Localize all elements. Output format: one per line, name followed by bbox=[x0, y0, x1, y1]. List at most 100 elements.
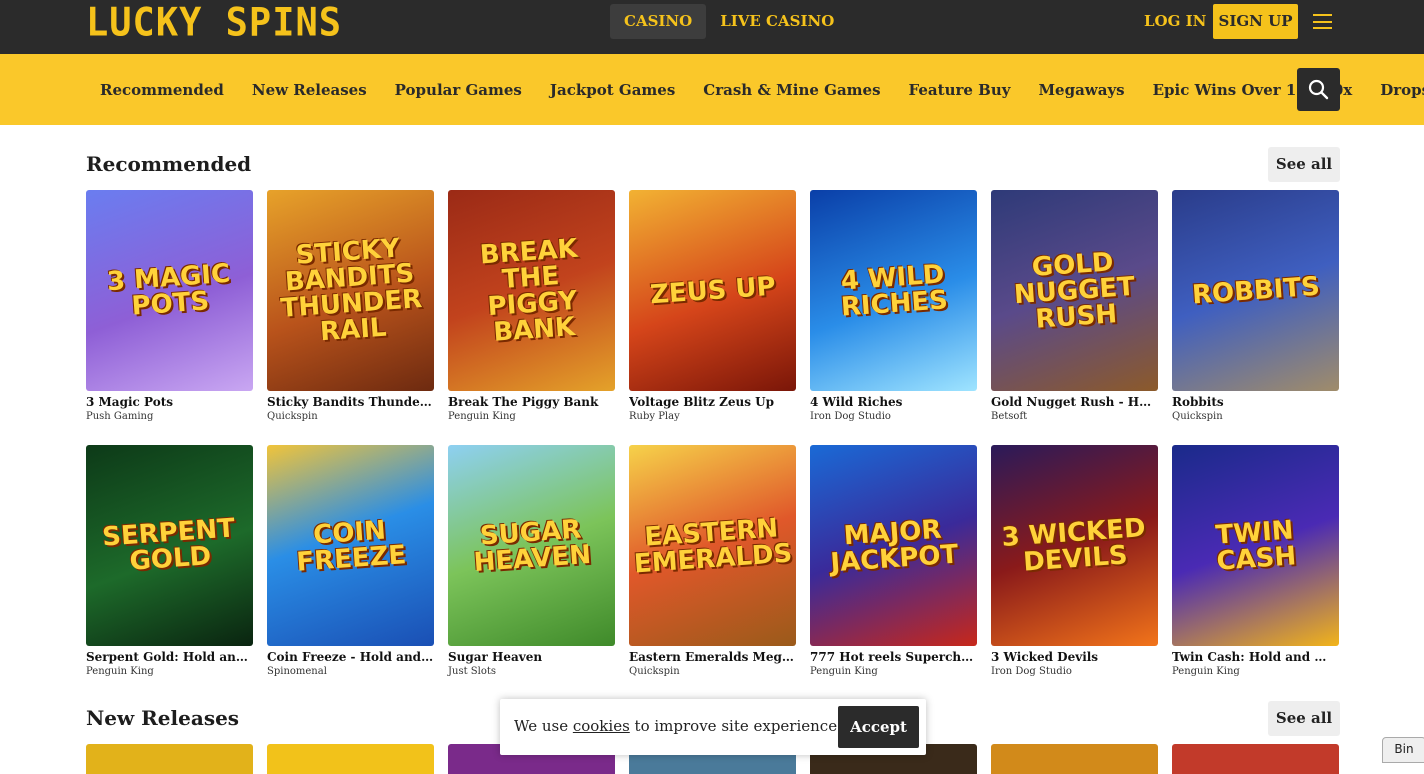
game-thumbnail[interactable]: EASTERN EMERALDS bbox=[629, 445, 796, 646]
new-release-thumbnail[interactable] bbox=[1172, 744, 1339, 774]
game-thumbnail[interactable]: SERPENT GOLD bbox=[86, 445, 253, 646]
game-thumbnail[interactable]: SUGAR HEAVEN bbox=[448, 445, 615, 646]
game-provider: Just Slots bbox=[448, 666, 496, 677]
category-new-releases[interactable]: New Releases bbox=[238, 81, 381, 99]
recommended-grid: 3 MAGIC POTS 3 Magic Pots Push Gaming STICK… bbox=[86, 190, 1339, 422]
game-provider: Quickspin bbox=[267, 411, 318, 422]
bin-tab[interactable]: Bin bbox=[1382, 737, 1424, 763]
game-name[interactable]: 3 Magic Pots bbox=[86, 395, 253, 409]
game-provider: Quickspin bbox=[1172, 411, 1223, 422]
hamburger-icon[interactable] bbox=[1313, 14, 1332, 29]
game-name[interactable]: Coin Freeze - Hold and Hit 3x3 bbox=[267, 650, 434, 664]
game-card[interactable]: SUGAR HEAVEN Sugar Heaven Just Slots bbox=[448, 445, 615, 677]
new-release-thumbnail[interactable] bbox=[991, 744, 1158, 774]
game-card[interactable]: TWIN CASH Twin Cash: Hold and Win Penguin … bbox=[1172, 445, 1339, 677]
tab-live-casino[interactable]: LIVE CASINO bbox=[706, 4, 848, 39]
game-name[interactable]: Gold Nugget Rush - Hold and Win bbox=[991, 395, 1158, 409]
game-name[interactable]: Eastern Emeralds Megaways bbox=[629, 650, 796, 664]
game-logo-art: COIN FREEZE bbox=[295, 515, 408, 578]
game-name[interactable]: Sugar Heaven bbox=[448, 650, 615, 664]
game-thumbnail[interactable]: STICKY BANDITS THUNDER RAIL bbox=[267, 190, 434, 391]
game-thumbnail[interactable]: 4 WILD RICHES bbox=[810, 190, 977, 391]
game-logo-art: 3 WICKED DEVILS bbox=[1000, 512, 1147, 578]
game-name[interactable]: Twin Cash: Hold and Win bbox=[1172, 650, 1339, 664]
game-name[interactable]: Voltage Blitz Zeus Up bbox=[629, 395, 796, 409]
see-all-new-releases-button[interactable]: See all bbox=[1268, 701, 1340, 736]
game-provider: Push Gaming bbox=[86, 411, 154, 422]
game-logo-art: BREAK THE PIGGY BANK bbox=[478, 233, 579, 348]
category-bar: Recommended New Releases Popular Games Jack… bbox=[0, 54, 1424, 125]
game-logo-art: 3 MAGIC POTS bbox=[106, 258, 232, 322]
game-thumbnail[interactable]: ZEUS UP bbox=[629, 190, 796, 391]
game-card[interactable]: ROBBITS Robbits Quickspin bbox=[1172, 190, 1339, 422]
section-title-new-releases: New Releases bbox=[86, 706, 240, 730]
game-provider: Spinomenal bbox=[267, 666, 327, 677]
game-provider: Quickspin bbox=[629, 666, 680, 677]
category-list: Recommended New Releases Popular Games Jack… bbox=[86, 54, 1424, 125]
game-name[interactable]: 3 Wicked Devils bbox=[991, 650, 1158, 664]
new-release-thumbnail[interactable] bbox=[86, 744, 253, 774]
game-card[interactable]: ZEUS UP Voltage Blitz Zeus Up Ruby Play bbox=[629, 190, 796, 422]
game-thumbnail[interactable]: 3 WICKED DEVILS bbox=[991, 445, 1158, 646]
game-logo-art: ROBBITS bbox=[1190, 271, 1321, 310]
game-card[interactable]: 3 WICKED DEVILS 3 Wicked Devils Iron Dog S… bbox=[991, 445, 1158, 677]
cookie-text-suffix: to improve site experience. bbox=[629, 717, 842, 735]
game-card[interactable]: SERPENT GOLD Serpent Gold: Hold and Win Pe… bbox=[86, 445, 253, 677]
game-card[interactable]: EASTERN EMERALDS Eastern Emeralds Megaway… bbox=[629, 445, 796, 677]
signup-button[interactable]: SIGN UP bbox=[1213, 4, 1298, 39]
category-jackpot-games[interactable]: Jackpot Games bbox=[536, 81, 689, 99]
category-megaways[interactable]: Megaways bbox=[1024, 81, 1138, 99]
game-provider: Iron Dog Studio bbox=[810, 411, 891, 422]
game-name[interactable]: Serpent Gold: Hold and Win bbox=[86, 650, 253, 664]
category-crash-mine-games[interactable]: Crash & Mine Games bbox=[689, 81, 894, 99]
category-popular-games[interactable]: Popular Games bbox=[381, 81, 536, 99]
accept-cookies-button[interactable]: Accept bbox=[838, 706, 919, 748]
cookie-banner: We use cookies to improve site experienc… bbox=[500, 699, 926, 755]
game-name[interactable]: 777 Hot reels Supercharged bbox=[810, 650, 977, 664]
game-card[interactable]: MAJOR JACKPOT 777 Hot reels Supercharged P… bbox=[810, 445, 977, 677]
search-button[interactable] bbox=[1297, 68, 1340, 111]
cookie-message: We use cookies to improve site experienc… bbox=[514, 717, 842, 735]
game-card[interactable]: BREAK THE PIGGY BANK Break The Piggy Bank… bbox=[448, 190, 615, 422]
tab-casino[interactable]: CASINO bbox=[610, 4, 707, 39]
game-card[interactable]: GOLD NUGGET RUSH Gold Nugget Rush - Hold … bbox=[991, 190, 1158, 422]
game-name[interactable]: Break The Piggy Bank bbox=[448, 395, 615, 409]
game-provider: Iron Dog Studio bbox=[991, 666, 1072, 677]
game-thumbnail[interactable]: MAJOR JACKPOT bbox=[810, 445, 977, 646]
game-logo-art: 4 WILD RICHES bbox=[839, 258, 949, 323]
cookie-text-prefix: We use bbox=[514, 717, 573, 735]
game-logo-art: SUGAR HEAVEN bbox=[472, 514, 593, 578]
game-logo-art: GOLD NUGGET RUSH bbox=[1013, 246, 1136, 335]
category-recommended[interactable]: Recommended bbox=[86, 81, 238, 99]
new-release-thumbnail[interactable] bbox=[267, 744, 434, 774]
game-logo-art: MAJOR JACKPOT bbox=[829, 514, 960, 578]
game-logo-art: EASTERN EMERALDS bbox=[633, 512, 794, 579]
game-name[interactable]: Sticky Bandits Thunder Rail bbox=[267, 395, 434, 409]
game-card[interactable]: 4 WILD RICHES 4 Wild Riches Iron Dog Studi… bbox=[810, 190, 977, 422]
game-card[interactable]: COIN FREEZE Coin Freeze - Hold and Hit 3x… bbox=[267, 445, 434, 677]
category-drops-wins[interactable]: Drops & Wins bbox=[1366, 81, 1424, 99]
game-logo-art: STICKY BANDITS THUNDER RAIL bbox=[279, 232, 424, 347]
see-all-recommended-button[interactable]: See all bbox=[1268, 147, 1340, 182]
game-thumbnail[interactable]: TWIN CASH bbox=[1172, 445, 1339, 646]
game-provider: Ruby Play bbox=[629, 411, 680, 422]
game-thumbnail[interactable]: ROBBITS bbox=[1172, 190, 1339, 391]
cookies-link[interactable]: cookies bbox=[573, 717, 630, 735]
game-provider: Penguin King bbox=[810, 666, 878, 677]
game-name[interactable]: 4 Wild Riches bbox=[810, 395, 977, 409]
section-title-recommended: Recommended bbox=[86, 152, 252, 176]
game-thumbnail[interactable]: 3 MAGIC POTS bbox=[86, 190, 253, 391]
game-card[interactable]: 3 MAGIC POTS 3 Magic Pots Push Gaming bbox=[86, 190, 253, 422]
category-feature-buy[interactable]: Feature Buy bbox=[895, 81, 1025, 99]
game-provider: Betsoft bbox=[991, 411, 1028, 422]
game-logo-art: TWIN CASH bbox=[1214, 514, 1298, 577]
top-nav: CASINO LIVE CASINO bbox=[610, 4, 848, 39]
game-name[interactable]: Robbits bbox=[1172, 395, 1339, 409]
game-card[interactable]: STICKY BANDITS THUNDER RAIL Sticky Bandit… bbox=[267, 190, 434, 422]
game-thumbnail[interactable]: COIN FREEZE bbox=[267, 445, 434, 646]
game-thumbnail[interactable]: BREAK THE PIGGY BANK bbox=[448, 190, 615, 391]
game-provider: Penguin King bbox=[448, 411, 516, 422]
lucky-spins-logo[interactable]: LUCKY SPINS bbox=[86, 3, 342, 43]
login-button[interactable]: LOG IN bbox=[1144, 4, 1206, 39]
game-thumbnail[interactable]: GOLD NUGGET RUSH bbox=[991, 190, 1158, 391]
